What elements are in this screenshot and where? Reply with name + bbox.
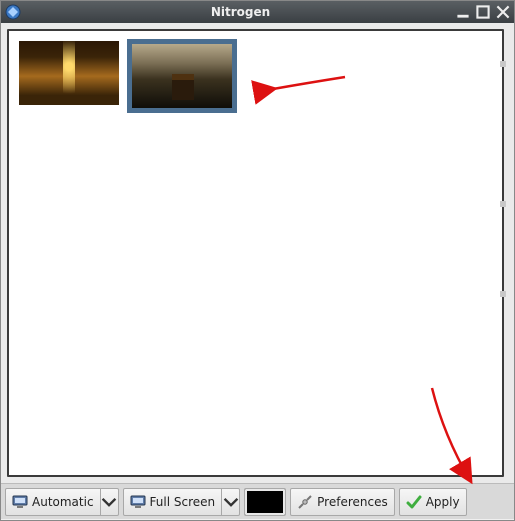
preferences-icon bbox=[297, 494, 313, 510]
minimize-button[interactable] bbox=[456, 5, 470, 19]
wallpaper-thumb-autumn-path[interactable] bbox=[17, 39, 121, 113]
screen-selector: Full Screen bbox=[123, 488, 241, 516]
check-icon bbox=[406, 494, 422, 510]
monitor-icon bbox=[130, 494, 146, 510]
preferences-button[interactable]: Preferences bbox=[290, 488, 395, 516]
wallpaper-thumb-house-sunset[interactable] bbox=[127, 39, 237, 113]
mode-label: Automatic bbox=[32, 495, 94, 509]
background-color-button[interactable] bbox=[244, 488, 286, 516]
mode-selector: Automatic bbox=[5, 488, 119, 516]
screen-dropdown[interactable] bbox=[222, 488, 240, 516]
screen-button[interactable]: Full Screen bbox=[123, 488, 223, 516]
screen-label: Full Screen bbox=[150, 495, 216, 509]
chevron-down-icon bbox=[223, 494, 239, 510]
titlebar: Nitrogen bbox=[1, 1, 514, 23]
display-icon bbox=[12, 494, 28, 510]
apply-button[interactable]: Apply bbox=[399, 488, 467, 516]
app-icon bbox=[5, 4, 21, 20]
mode-dropdown[interactable] bbox=[101, 488, 119, 516]
close-button[interactable] bbox=[496, 5, 510, 19]
maximize-button[interactable] bbox=[476, 5, 490, 19]
apply-label: Apply bbox=[426, 495, 460, 509]
preferences-label: Preferences bbox=[317, 495, 388, 509]
toolbar: Automatic Full Screen Preferences bbox=[1, 483, 514, 519]
window-title: Nitrogen bbox=[25, 5, 456, 19]
mode-button[interactable]: Automatic bbox=[5, 488, 101, 516]
content-wrapper bbox=[1, 23, 514, 483]
wallpaper-grid[interactable] bbox=[7, 29, 504, 477]
chevron-down-icon bbox=[101, 494, 117, 510]
window-controls bbox=[456, 5, 510, 19]
annotation-arrow-bottom bbox=[424, 386, 484, 489]
